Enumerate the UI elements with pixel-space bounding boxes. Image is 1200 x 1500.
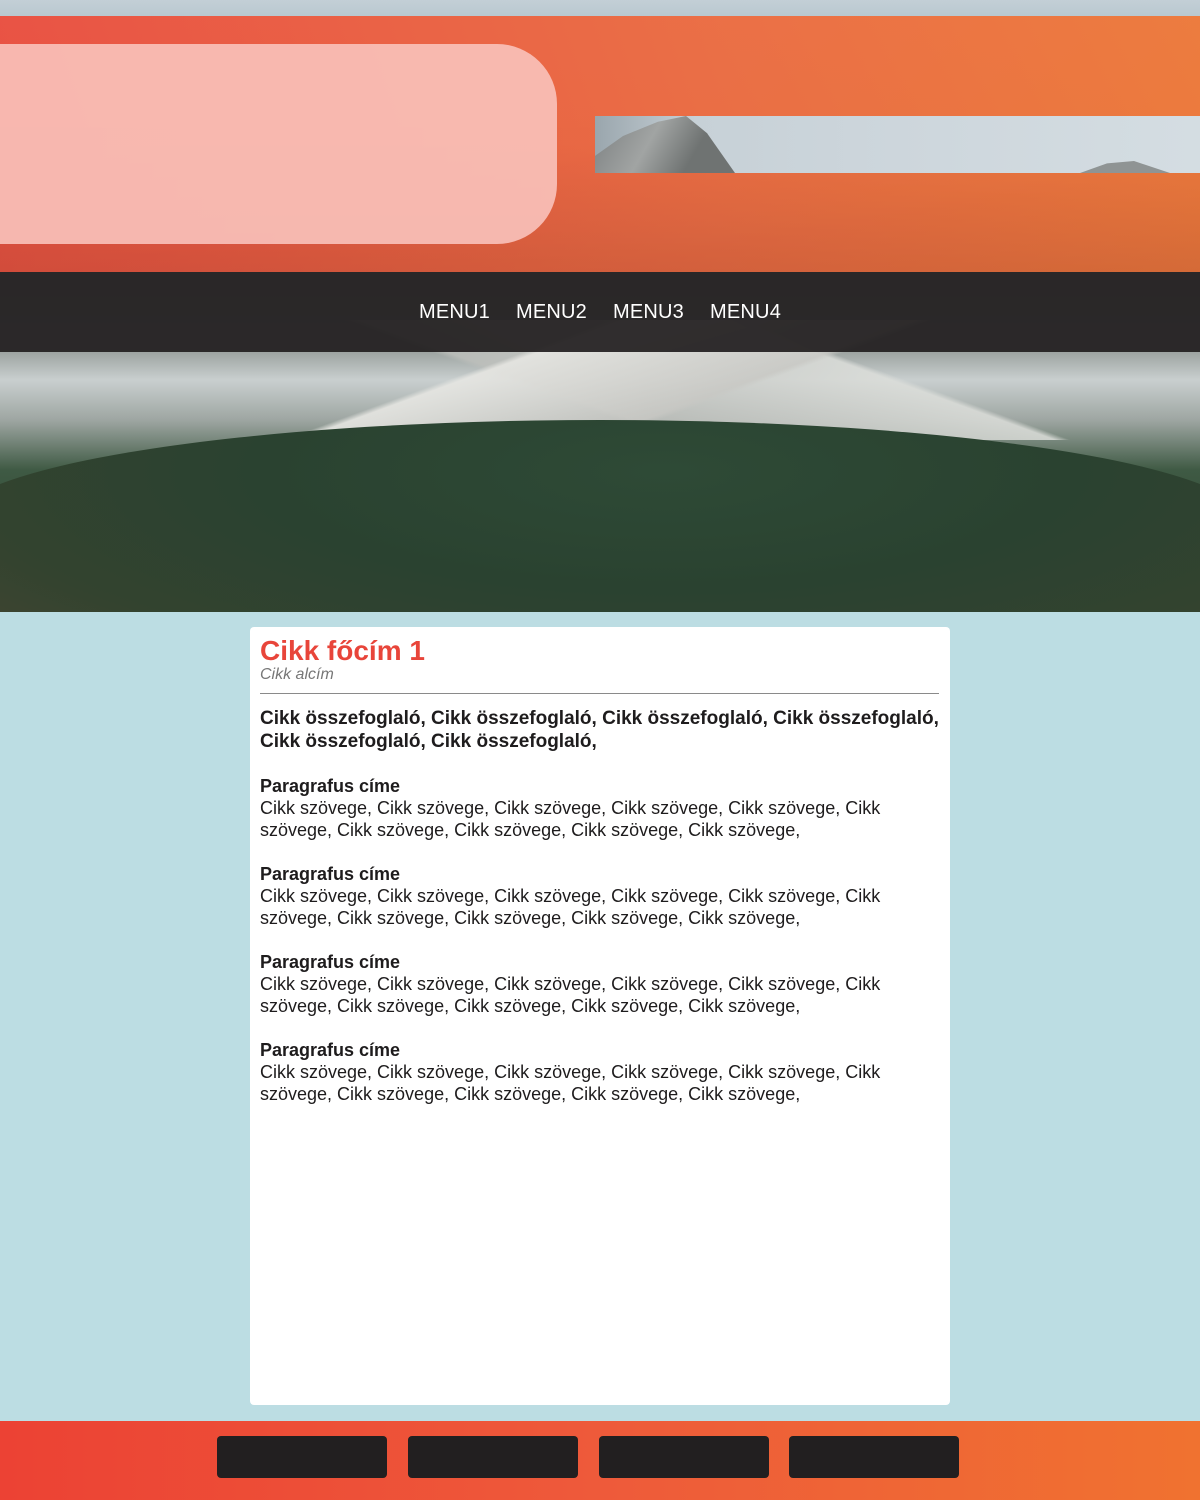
article-summary: Cikk összefoglaló, Cikk összefoglaló, Ci… bbox=[260, 708, 939, 752]
footer-button-3[interactable] bbox=[599, 1436, 769, 1478]
paragraph-heading: Paragrafus címe bbox=[260, 1040, 401, 1060]
article-card: Cikk főcím 1 Cikk alcím Cikk összefoglal… bbox=[250, 627, 950, 1405]
nav-item-menu2[interactable]: MENU2 bbox=[516, 301, 587, 324]
rock-peak-image bbox=[595, 116, 735, 173]
article-paragraph: Paragrafus címe Cikk szövege, Cikk szöve… bbox=[260, 863, 939, 929]
main-nav: MENU1 MENU2 MENU3 MENU4 bbox=[0, 272, 1200, 352]
paragraph-text: Cikk szövege, Cikk szövege, Cikk szövege… bbox=[260, 798, 881, 840]
paragraph-text: Cikk szövege, Cikk szövege, Cikk szövege… bbox=[260, 886, 881, 928]
article-subtitle: Cikk alcím bbox=[260, 666, 334, 683]
paragraph-heading: Paragrafus címe bbox=[260, 864, 401, 884]
paragraph-heading: Paragrafus címe bbox=[260, 952, 401, 972]
forest-image bbox=[0, 420, 1200, 612]
article-paragraph: Paragrafus címe Cikk szövege, Cikk szöve… bbox=[260, 951, 939, 1017]
footer-button-2[interactable] bbox=[408, 1436, 578, 1478]
footer-button-4[interactable] bbox=[789, 1436, 959, 1478]
footer bbox=[0, 1421, 1200, 1500]
article-title: Cikk főcím 1 bbox=[260, 635, 425, 666]
footer-button-1[interactable] bbox=[217, 1436, 387, 1478]
logo-placeholder[interactable] bbox=[0, 44, 557, 244]
nav-item-menu3[interactable]: MENU3 bbox=[613, 301, 684, 324]
distant-peak-image bbox=[1080, 161, 1170, 173]
article-paragraph: Paragrafus címe Cikk szövege, Cikk szöve… bbox=[260, 1039, 939, 1105]
nav-item-menu1[interactable]: MENU1 bbox=[419, 301, 490, 324]
paragraph-heading: Paragrafus címe bbox=[260, 776, 401, 796]
article-paragraph: Paragrafus címe Cikk szövege, Cikk szöve… bbox=[260, 775, 939, 841]
nav-item-menu4[interactable]: MENU4 bbox=[710, 301, 781, 324]
paragraph-text: Cikk szövege, Cikk szövege, Cikk szövege… bbox=[260, 1062, 881, 1104]
title-divider bbox=[260, 693, 939, 694]
header-image-strip bbox=[595, 116, 1200, 173]
paragraph-text: Cikk szövege, Cikk szövege, Cikk szövege… bbox=[260, 974, 881, 1016]
